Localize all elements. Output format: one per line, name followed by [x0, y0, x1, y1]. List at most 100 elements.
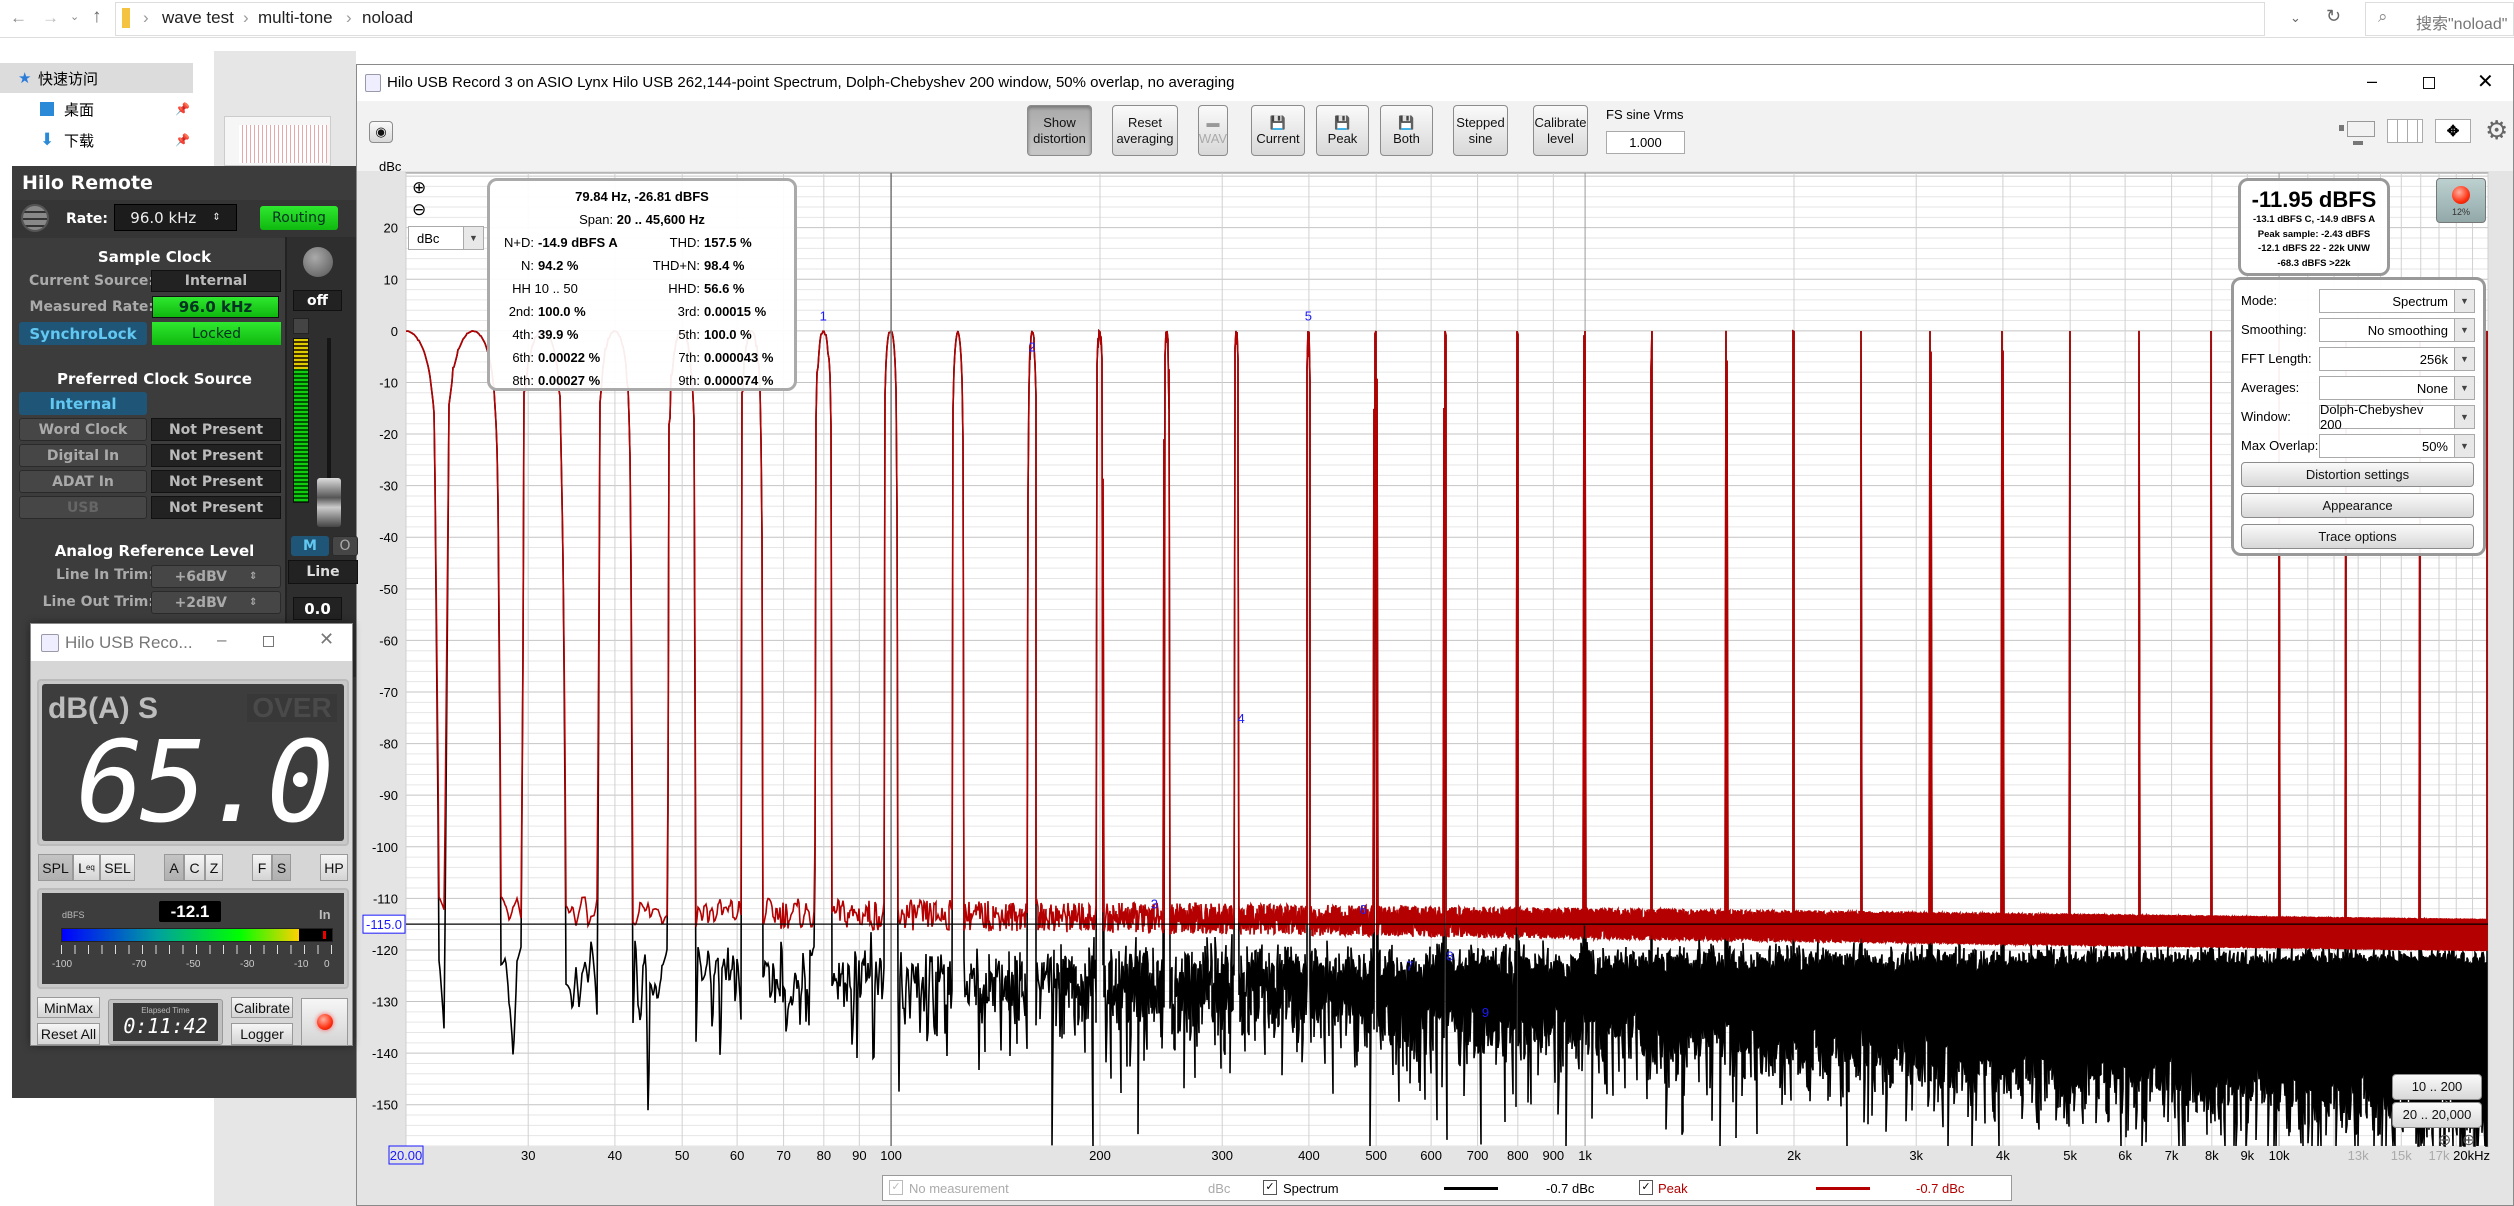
sel-button[interactable]: SEL: [100, 854, 135, 881]
x-tick-label: 17k: [2429, 1148, 2450, 1163]
logger-button[interactable]: Logger: [231, 1023, 293, 1045]
chevron-down-icon: ▼: [2454, 290, 2474, 312]
info-field: 5th:: [678, 327, 700, 342]
rate-select[interactable]: 96.0 kHz ⇕: [114, 204, 237, 231]
slow-button[interactable]: S: [272, 854, 291, 881]
info-field: 100.0 %: [704, 327, 752, 342]
volume-fader[interactable]: [317, 478, 341, 527]
y-tick-label: -150: [372, 1098, 398, 1113]
distortion-info-panel: 79.84 Hz, -26.81 dBFS Span: 20 .. 45,600…: [487, 178, 797, 391]
info-field: 6th:: [512, 350, 534, 365]
x-tick-label: 9k: [2240, 1148, 2254, 1163]
zoom-out-icon[interactable]: ⊖: [412, 200, 426, 220]
distortion-settings-button[interactable]: Distortion settings: [2241, 462, 2474, 487]
synchrolock-button[interactable]: SynchroLock: [19, 322, 147, 345]
minimize-button[interactable]: –: [217, 630, 226, 650]
routing-button[interactable]: Routing: [260, 206, 338, 230]
setting-value: 50%: [2421, 438, 2448, 454]
sample-clock-heading: Sample Clock: [97, 248, 212, 266]
scale-label: -70: [132, 959, 147, 970]
x-zoom-out-icon[interactable]: ⊖: [2438, 1130, 2451, 1150]
harmonic-marker: 8: [1446, 948, 1453, 963]
fast-button[interactable]: F: [252, 854, 272, 881]
calibrate-button[interactable]: Calibrate: [231, 997, 293, 1018]
input-select[interactable]: Line: [288, 560, 358, 584]
elapsed-time: 0:11:42: [123, 1014, 208, 1038]
y-tick-label: -50: [379, 582, 398, 597]
info-field: 100.0 %: [538, 304, 586, 319]
meter-title-bar: Hilo USB Reco... – ✕: [31, 624, 352, 661]
mute-button[interactable]: M: [291, 536, 329, 556]
y-unit-select[interactable]: dBc ▼: [408, 226, 484, 250]
reset-all-button[interactable]: Reset All: [37, 1023, 100, 1045]
solo-button[interactable]: O: [332, 536, 358, 556]
legend-no-measurement: No measurement: [909, 1181, 1009, 1196]
line-in-select[interactable]: +6dBV ⇕: [151, 565, 281, 588]
minmax-button[interactable]: MinMax: [37, 997, 100, 1018]
close-button[interactable]: ✕: [319, 629, 334, 650]
legend-bar: ✓ No measurement dBc ✓ Spectrum -0.7 dBc…: [882, 1175, 2012, 1201]
leq-button[interactable]: Leq: [73, 854, 100, 881]
pan-knob[interactable]: [303, 247, 333, 277]
setting-label: FFT Length:: [2241, 351, 2312, 366]
no-measurement-checkbox[interactable]: ✓: [889, 1180, 903, 1195]
setting-select[interactable]: 50% ▼: [2319, 434, 2475, 458]
appearance-button[interactable]: Appearance: [2241, 493, 2474, 518]
record-button[interactable]: [301, 998, 348, 1046]
record-button[interactable]: 12%: [2436, 178, 2486, 223]
spl-button[interactable]: SPL: [38, 854, 73, 881]
y-tick-label: -120: [372, 943, 398, 958]
clock-source-button[interactable]: Digital In: [19, 444, 147, 467]
y-tick-label: -70: [379, 685, 398, 700]
scale-label: -100: [52, 959, 73, 970]
measured-rate-label: Measured Rate:: [29, 299, 154, 315]
spl-meter-window: Hilo USB Reco... – ✕ dB(A) S OVER 65.0 S…: [30, 623, 353, 1046]
clock-source-status: Not Present: [151, 444, 281, 467]
setting-select[interactable]: Spectrum ▼: [2319, 289, 2475, 313]
record-icon: [317, 1014, 333, 1030]
menu-icon[interactable]: [21, 204, 49, 232]
range-10-200-button[interactable]: 10 .. 200: [2392, 1074, 2482, 1100]
highpass-button[interactable]: HP: [320, 854, 348, 881]
level-readout-box: -11.95 dBFS -13.1 dBFS C, -14.9 dBFS A Pe…: [2238, 178, 2390, 276]
y-tick-label: -140: [372, 1046, 398, 1061]
x-tick-label: 300: [1211, 1148, 1233, 1163]
info-field: 98.4 %: [704, 258, 745, 273]
x-tick-label: 4k: [1996, 1148, 2010, 1163]
z-weight-button[interactable]: Z: [205, 854, 223, 881]
setting-select[interactable]: No smoothing ▼: [2319, 318, 2475, 342]
setting-select[interactable]: None ▼: [2319, 376, 2475, 400]
a-weight-button[interactable]: A: [164, 854, 184, 881]
level-detail: -68.3 dBFS >22k: [2277, 257, 2351, 269]
java-app-icon: [41, 634, 59, 652]
chevron-down-icon: ▼: [2454, 377, 2474, 399]
peak-checkbox[interactable]: ✓: [1639, 1180, 1653, 1195]
x-tick-label: 10k: [2269, 1148, 2290, 1163]
setting-select[interactable]: 256k ▼: [2319, 347, 2475, 371]
zoom-in-icon[interactable]: ⊕: [412, 178, 426, 198]
record-percent: 12%: [2451, 207, 2470, 217]
clock-source-button[interactable]: Word Clock: [19, 418, 147, 441]
x-zoom-in-icon[interactable]: ⊕: [2462, 1130, 2475, 1150]
line-out-select[interactable]: +2dBV ⇕: [151, 591, 281, 614]
spectrum-chart[interactable]: -115.0123456789 20100-10-20-30-40-50-60-…: [0, 0, 2514, 1206]
info-field: 2nd:: [508, 304, 534, 319]
trace-options-button[interactable]: Trace options: [2241, 524, 2474, 549]
harmonic-marker: 6: [1360, 902, 1367, 917]
legend-spectrum-value: -0.7 dBc: [1546, 1181, 1595, 1196]
info-field: 56.6 %: [704, 281, 745, 296]
x-tick-label: 30: [521, 1148, 535, 1163]
spectrum-checkbox[interactable]: ✓: [1263, 1180, 1277, 1195]
c-weight-button[interactable]: C: [184, 854, 205, 881]
pan-value: off: [293, 290, 342, 311]
clock-source-button[interactable]: USB: [19, 496, 147, 519]
clock-source-button[interactable]: Internal: [19, 392, 147, 415]
maximize-button[interactable]: [263, 636, 274, 647]
legend-peak: Peak: [1658, 1181, 1688, 1196]
gain-value: 0.0: [293, 597, 342, 620]
range-20-20000-button[interactable]: 20 .. 20,000: [2392, 1102, 2482, 1128]
info-field: HH 10 .. 50: [512, 281, 578, 296]
setting-select[interactable]: Dolph-Chebyshev 200 ▼: [2319, 402, 2475, 432]
clock-source-button[interactable]: ADAT In: [19, 470, 147, 493]
y-tick-label: -60: [379, 633, 398, 648]
